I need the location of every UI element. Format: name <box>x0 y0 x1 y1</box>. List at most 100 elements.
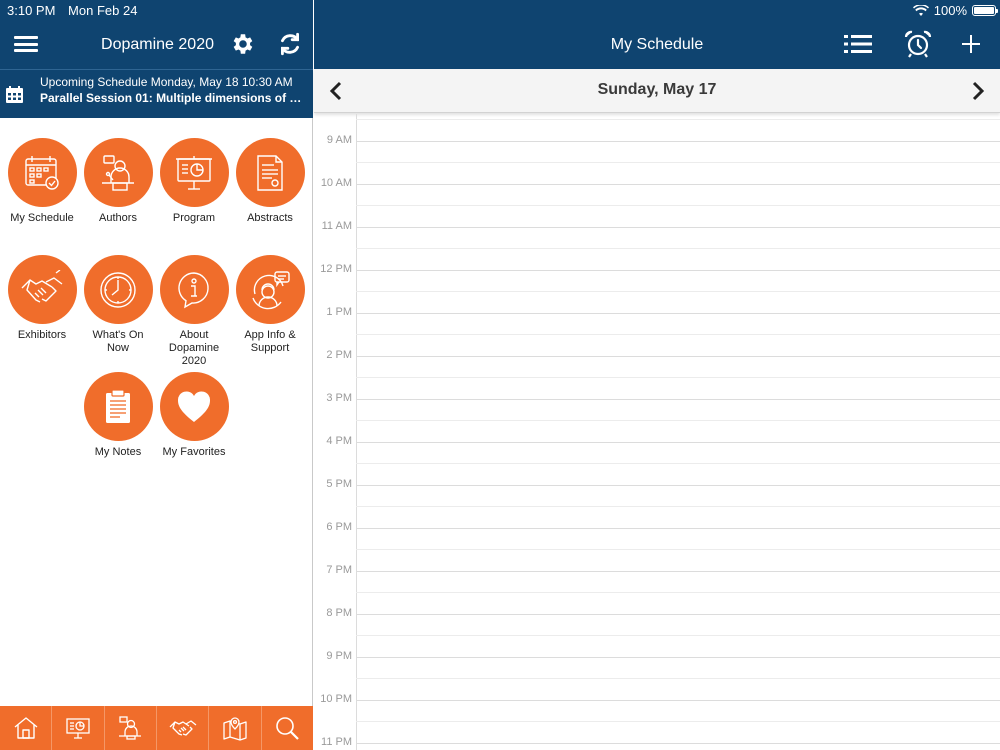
tile-label: Authors <box>99 212 137 224</box>
presenter-icon[interactable] <box>105 706 157 750</box>
hamburger-menu-icon[interactable] <box>14 36 38 52</box>
tile-my-notes[interactable]: My Notes <box>80 372 156 459</box>
hour-line <box>356 743 1000 744</box>
current-day-title: Sunday, May 17 <box>597 81 717 98</box>
hour-row[interactable]: 7 PM <box>314 564 1000 614</box>
heart-icon <box>159 372 229 441</box>
tile-label: Program <box>172 212 216 224</box>
half-hour-line <box>356 291 1000 292</box>
upcoming-schedule-date: Upcoming Schedule Monday, May 18 10:30 A… <box>40 75 293 89</box>
hour-line <box>356 485 1000 486</box>
schedule-title: My Schedule <box>610 36 704 53</box>
hour-row[interactable]: 10 PM <box>314 693 1000 743</box>
clock-icon <box>83 255 153 324</box>
clipboard-icon <box>83 372 153 441</box>
hour-line <box>356 141 1000 142</box>
tile-program[interactable]: Program <box>156 138 232 225</box>
search-icon[interactable] <box>262 706 313 750</box>
tile-label: My Notes <box>94 446 142 458</box>
hour-label: 5 PM <box>326 478 352 490</box>
list-icon[interactable] <box>844 32 872 56</box>
hour-line <box>356 528 1000 529</box>
half-hour-line <box>356 248 1000 249</box>
hour-row[interactable]: 10 AM <box>314 177 1000 227</box>
hour-row[interactable]: 1 PM <box>314 306 1000 356</box>
handshake-icon[interactable] <box>157 706 210 750</box>
hour-row[interactable]: 3 PM <box>314 392 1000 442</box>
calendar-icon <box>7 138 77 207</box>
hour-line <box>356 356 1000 357</box>
map-pin-icon[interactable] <box>209 706 262 750</box>
hour-line <box>356 571 1000 572</box>
plus-icon[interactable] <box>959 32 983 56</box>
right-header: 100% My Schedule <box>314 0 1000 69</box>
half-hour-line <box>356 463 1000 464</box>
hour-label: 8 PM <box>326 607 352 619</box>
handshake-icon <box>7 255 77 324</box>
app-root: 3:10 PM Mon Feb 24 Dopamine 2020 Upcomin… <box>0 0 1000 750</box>
refresh-icon[interactable] <box>277 31 303 57</box>
half-hour-line <box>356 162 1000 163</box>
hour-line <box>356 700 1000 701</box>
tile-my-schedule[interactable]: My Schedule <box>4 138 80 225</box>
hour-row[interactable]: 11 AM <box>314 220 1000 270</box>
tile-about-dopamine[interactable]: About Dopamine 2020 <box>156 255 232 368</box>
hour-label: 9 AM <box>326 134 352 146</box>
upcoming-session-title: Parallel Session 01: Multiple dimensions… <box>40 91 306 105</box>
schedule-timeline[interactable]: 9 AM 10 AM 11 AM 12 PM 1 PM 2 PM 3 PM 4 PM 5 PM 6… <box>314 114 1000 750</box>
hour-line <box>356 399 1000 400</box>
gear-icon[interactable] <box>229 31 255 57</box>
battery-icon <box>972 5 998 16</box>
alarm-clock-icon[interactable] <box>904 30 932 58</box>
info-icon <box>159 255 229 324</box>
tile-whats-on-now[interactable]: What's On Now <box>80 255 156 355</box>
hour-row[interactable]: 6 PM <box>314 521 1000 571</box>
half-hour-line <box>356 205 1000 206</box>
half-hour-line <box>356 334 1000 335</box>
tile-app-info-support[interactable]: App Info & Support <box>232 255 308 355</box>
presenter-icon <box>83 138 153 207</box>
tile-label: What's On Now <box>92 329 144 354</box>
half-hour-line <box>356 635 1000 636</box>
hour-row[interactable]: 11 PM <box>314 736 1000 750</box>
upcoming-schedule-banner[interactable]: Upcoming Schedule Monday, May 18 10:30 A… <box>0 69 313 118</box>
hour-row[interactable]: 8 PM <box>314 607 1000 657</box>
tile-exhibitors[interactable]: Exhibitors <box>4 255 80 342</box>
hour-row[interactable]: 12 PM <box>314 263 1000 313</box>
hour-label: 1 PM <box>326 306 352 318</box>
document-icon <box>235 138 305 207</box>
tile-my-favorites[interactable]: My Favorites <box>156 372 232 459</box>
hour-line <box>356 657 1000 658</box>
half-hour-line <box>356 506 1000 507</box>
hour-line <box>356 442 1000 443</box>
hour-row[interactable]: 2 PM <box>314 349 1000 399</box>
app-title: Dopamine 2020 <box>101 36 214 53</box>
half-hour-line <box>356 119 1000 120</box>
half-hour-line <box>356 420 1000 421</box>
hour-row[interactable]: 9 PM <box>314 650 1000 700</box>
tile-label: App Info & Support <box>244 329 296 354</box>
tile-label: My Favorites <box>162 446 226 458</box>
day-navigation-bar: Sunday, May 17 <box>314 69 1000 113</box>
hour-row[interactable]: 9 AM <box>314 134 1000 184</box>
hour-line <box>356 614 1000 615</box>
left-pane: 3:10 PM Mon Feb 24 Dopamine 2020 Upcomin… <box>0 0 313 750</box>
presentation-board-icon[interactable] <box>52 706 105 750</box>
hour-label: 12 PM <box>320 263 352 275</box>
half-hour-line <box>356 678 1000 679</box>
battery-percent: 100% <box>933 3 967 18</box>
hour-label: 6 PM <box>326 521 352 533</box>
right-pane: 100% My Schedule Sunday, May 17 9 AM 10 … <box>314 0 1000 750</box>
home-icon[interactable] <box>0 706 53 750</box>
tile-label: About Dopamine 2020 <box>168 329 220 367</box>
tile-authors[interactable]: Authors <box>80 138 156 225</box>
hour-label: 10 PM <box>320 693 352 705</box>
support-agent-icon <box>235 255 305 324</box>
hour-label: 2 PM <box>326 349 352 361</box>
hour-row[interactable]: 5 PM <box>314 478 1000 528</box>
tile-abstracts[interactable]: Abstracts <box>232 138 308 225</box>
chevron-right-icon[interactable] <box>970 81 986 101</box>
hour-row[interactable]: 4 PM <box>314 435 1000 485</box>
status-date: Mon Feb 24 <box>68 3 138 18</box>
status-bar-left: 3:10 PM Mon Feb 24 <box>7 3 146 18</box>
